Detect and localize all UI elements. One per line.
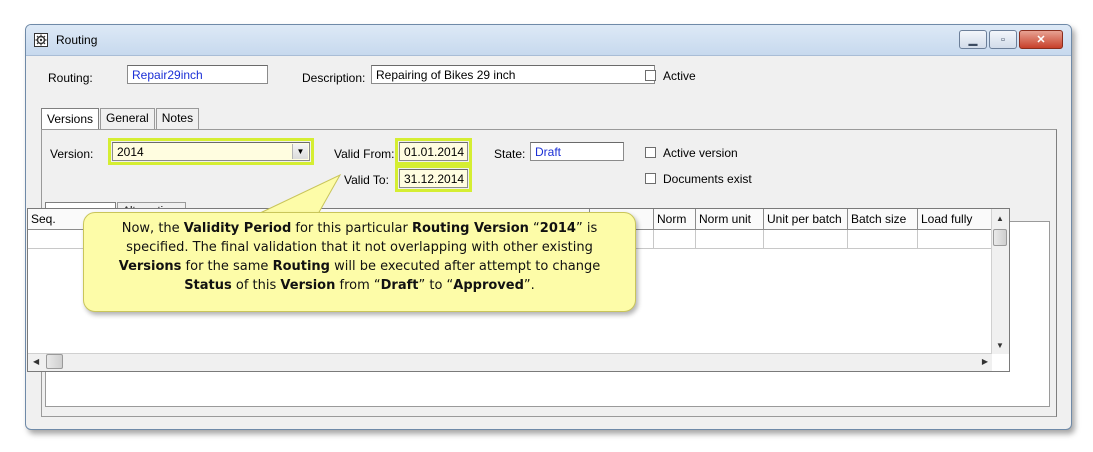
callout-bold: Draft [380, 278, 419, 293]
maximize-icon: ▫ [1001, 33, 1005, 46]
callout-text: will be executed after attempt to change [330, 259, 601, 274]
valid-to-input[interactable]: 31.12.2014 [395, 165, 472, 192]
close-icon: ✕ [1036, 34, 1046, 46]
callout-text: from “ [335, 278, 381, 293]
active-checkbox[interactable] [645, 70, 656, 81]
callout-bold: Versions [118, 259, 182, 274]
column-header-batch-size[interactable]: Batch size [848, 209, 918, 230]
callout-text: ”. [523, 278, 535, 293]
horizontal-scrollbar[interactable]: ◀ ▶ [28, 353, 992, 371]
callout-bold: Status [184, 278, 232, 293]
callout-text: Now, the [121, 221, 184, 236]
documents-exist-checkbox[interactable] [645, 173, 656, 184]
callout-bold: Validity Period [183, 221, 292, 236]
maximize-button[interactable]: ▫ [989, 30, 1017, 49]
version-select[interactable]: 2014 ▼ [108, 138, 314, 165]
version-label: Version: [50, 147, 94, 161]
column-header-norm[interactable]: Norm [654, 209, 696, 230]
scroll-left-icon[interactable]: ◀ [33, 357, 39, 366]
version-select-value: 2014 [117, 145, 144, 159]
horizontal-scroll-thumb[interactable] [46, 354, 63, 369]
callout-bold: Routing Version [411, 221, 529, 236]
active-label: Active [663, 69, 696, 83]
valid-to-label: Valid To: [344, 173, 389, 187]
active-version-label: Active version [663, 146, 738, 160]
description-input[interactable]: Repairing of Bikes 29 inch [371, 65, 655, 84]
callout-bold: Version [280, 278, 336, 293]
active-version-checkbox[interactable] [645, 147, 656, 158]
callout-bold: Routing [272, 259, 330, 274]
window-title: Routing [56, 33, 98, 47]
tab-versions[interactable]: Versions [41, 108, 100, 129]
state-input[interactable]: Draft [530, 142, 624, 161]
callout-text: “ [528, 221, 540, 236]
vertical-scrollbar[interactable]: ▲ ▼ [991, 209, 1009, 354]
callout-text: ” to “ [418, 278, 454, 293]
callout-text: for the same [181, 259, 273, 274]
callout-annotation: Now, the Validity Period for this partic… [83, 212, 636, 312]
title-bar[interactable]: Routing ▁ ▫ ✕ [26, 25, 1071, 56]
valid-from-input[interactable]: 01.01.2014 [395, 138, 472, 165]
vertical-scroll-thumb[interactable] [993, 229, 1007, 246]
column-header-norm-unit[interactable]: Norm unit [696, 209, 764, 230]
documents-exist-label: Documents exist [663, 172, 752, 186]
scroll-up-icon[interactable]: ▲ [996, 214, 1004, 223]
state-label: State: [494, 147, 526, 161]
scroll-down-icon[interactable]: ▼ [996, 341, 1004, 350]
column-header-unit-per-batch[interactable]: Unit per batch [764, 209, 848, 230]
close-button[interactable]: ✕ [1019, 30, 1063, 49]
routing-label: Routing: [48, 71, 93, 85]
callout-text: of this [231, 278, 281, 293]
valid-from-label: Valid From: [334, 147, 395, 161]
scroll-right-icon[interactable]: ▶ [982, 357, 988, 366]
column-header-load-fully[interactable]: Load fully [918, 209, 994, 230]
description-label: Description: [302, 71, 366, 85]
tab-notes[interactable]: Notes [155, 108, 200, 129]
minimize-icon: ▁ [968, 34, 978, 46]
tab-general[interactable]: General [100, 108, 155, 129]
callout-bold: Approved [453, 278, 524, 293]
callout-bold: 2014 [539, 221, 576, 236]
minimize-button[interactable]: ▁ [959, 30, 987, 49]
callout-text: for this particular [291, 221, 412, 236]
chevron-down-icon[interactable]: ▼ [292, 144, 308, 159]
gear-icon [34, 33, 48, 47]
routing-input[interactable]: Repair29inch [127, 65, 268, 84]
